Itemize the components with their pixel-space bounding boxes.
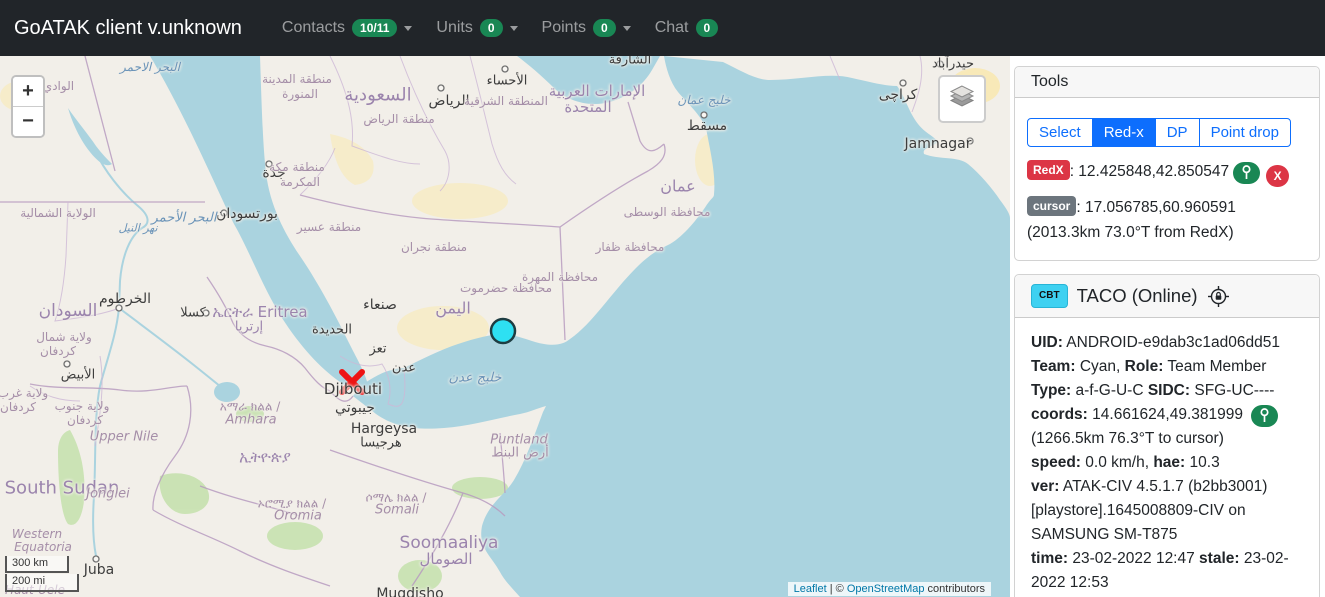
unit-detail-line: time: 23-02-2022 12:47 stale: 23-02-2022… xyxy=(1031,550,1289,591)
unit-type-badge: CBT xyxy=(1031,284,1068,308)
unit-card-header: CBT TACO (Online) xyxy=(1015,275,1319,318)
nav-badge-units: 0 xyxy=(479,19,503,37)
leaflet-link[interactable]: Leaflet xyxy=(794,583,827,595)
scale-km: 300 km xyxy=(5,555,69,574)
nav-item-label: Points xyxy=(541,19,587,36)
unit-details: UID: ANDROID-e9dab3c1ad06dd51 Team: Cyan,… xyxy=(1015,318,1319,597)
map-attribution: Leaflet | © OpenStreetMap contributors xyxy=(787,582,991,596)
unit-locate-button[interactable] xyxy=(1251,404,1279,427)
map[interactable]: البحر الاحمر الوادي الجد منطقة المدينة المن… xyxy=(0,56,1010,597)
tool-button-dp[interactable]: DP xyxy=(1154,118,1200,147)
zoom-in-button[interactable]: + xyxy=(13,77,43,106)
chevron-down-icon xyxy=(622,25,631,31)
nav-item-contacts[interactable]: Contacts 10/11 xyxy=(272,11,423,45)
nav-badge-points: 0 xyxy=(593,19,616,37)
layers-icon xyxy=(948,84,976,115)
redx-coords-row: RedX: 12.425848,42.850547 X xyxy=(1027,159,1307,187)
redx-coords: : 12.425848,42.850547 xyxy=(1069,163,1230,180)
nav-item-label: Units xyxy=(436,19,473,36)
cursor-coords: : 17.056785,60.960591 xyxy=(1076,199,1236,216)
attribution-separator: | © xyxy=(826,583,847,595)
map-zoom-control: + − xyxy=(11,75,45,138)
nav-badge-chat: 0 xyxy=(695,19,719,37)
scale-mi: 200 mi xyxy=(5,574,79,592)
follow-unit-button[interactable] xyxy=(1207,285,1230,308)
unit-detail-line: UID: ANDROID-e9dab3c1ad06dd51 xyxy=(1031,334,1281,351)
tool-button-red-x[interactable]: Red-x xyxy=(1091,118,1156,147)
navbar: GoATAK client v.unknown Contacts 10/11 Uni… xyxy=(0,0,1325,56)
unit-detail-line: ver: ATAK-CIV 4.5.1.7 (b2bb3001) [playst… xyxy=(1031,478,1268,543)
redx-delete-button[interactable]: X xyxy=(1266,165,1290,187)
nav-item-label: Contacts xyxy=(281,19,346,36)
unit-title: TACO (Online) xyxy=(1076,285,1198,306)
nav-item-points[interactable]: Points 0 xyxy=(532,11,641,45)
goatak-app: GoATAK client v.unknown Contacts 10/11 Uni… xyxy=(0,0,1325,597)
chevron-down-icon xyxy=(509,25,518,31)
nav-badge-contacts: 10/11 xyxy=(352,19,398,37)
cursor-coords-row: cursor: 17.056785,60.960591 xyxy=(1027,195,1307,219)
tool-button-point-drop[interactable]: Point drop xyxy=(1198,118,1291,147)
unit-detail-line: speed: 0.0 km/h, hae: 10.3 xyxy=(1031,454,1220,471)
crosshair-lock-icon xyxy=(1207,285,1229,307)
unit-marker[interactable] xyxy=(489,317,517,345)
unit-detail-line: coords: 14.661624,49.381999 xyxy=(1031,403,1303,427)
nav-item-chat[interactable]: Chat 0 xyxy=(645,11,728,45)
unit-detail-line: Team: Cyan, Role: Team Member xyxy=(1031,358,1267,375)
nav-item-label: Chat xyxy=(654,19,689,36)
tool-button-select[interactable]: Select xyxy=(1027,118,1093,147)
sidebar: Tools Select Red-x DP Point drop RedX: 12.4… xyxy=(1010,56,1325,597)
map-tiles xyxy=(0,56,1010,597)
attribution-suffix: contributors xyxy=(924,583,985,595)
unit-detail-line: (1266.5km 76.3°T to cursor) xyxy=(1031,430,1224,447)
tools-button-group: Select Red-x DP Point drop xyxy=(1027,118,1291,147)
tools-card-title: Tools xyxy=(1015,67,1319,98)
redx-locate-button[interactable] xyxy=(1233,161,1261,184)
unit-card: CBT TACO (Online) UID: ANDROID-e9dab3c1a… xyxy=(1014,274,1320,597)
redx-badge: RedX xyxy=(1027,160,1070,180)
zoom-out-button[interactable]: − xyxy=(13,106,43,136)
map-scale-control: 300 km 200 mi xyxy=(5,555,79,592)
cursor-badge: cursor xyxy=(1027,196,1077,216)
app-title: GoATAK client v.unknown xyxy=(14,16,242,39)
navbar-menu: Contacts 10/11 Units 0 Points 0 Chat 0 xyxy=(272,11,728,45)
layers-control-button[interactable] xyxy=(938,75,986,123)
cursor-distance: (2013.3km 73.0°T from RedX) xyxy=(1027,224,1234,241)
tools-card: Tools Select Red-x DP Point drop RedX: 12.4… xyxy=(1014,66,1320,261)
unit-detail-line: Type: a-f-G-U-C SIDC: SFG-UC---- xyxy=(1031,382,1275,399)
openstreetmap-link[interactable]: OpenStreetMap xyxy=(847,583,925,595)
chevron-down-icon xyxy=(404,25,413,31)
nav-item-units[interactable]: Units 0 xyxy=(426,11,527,45)
